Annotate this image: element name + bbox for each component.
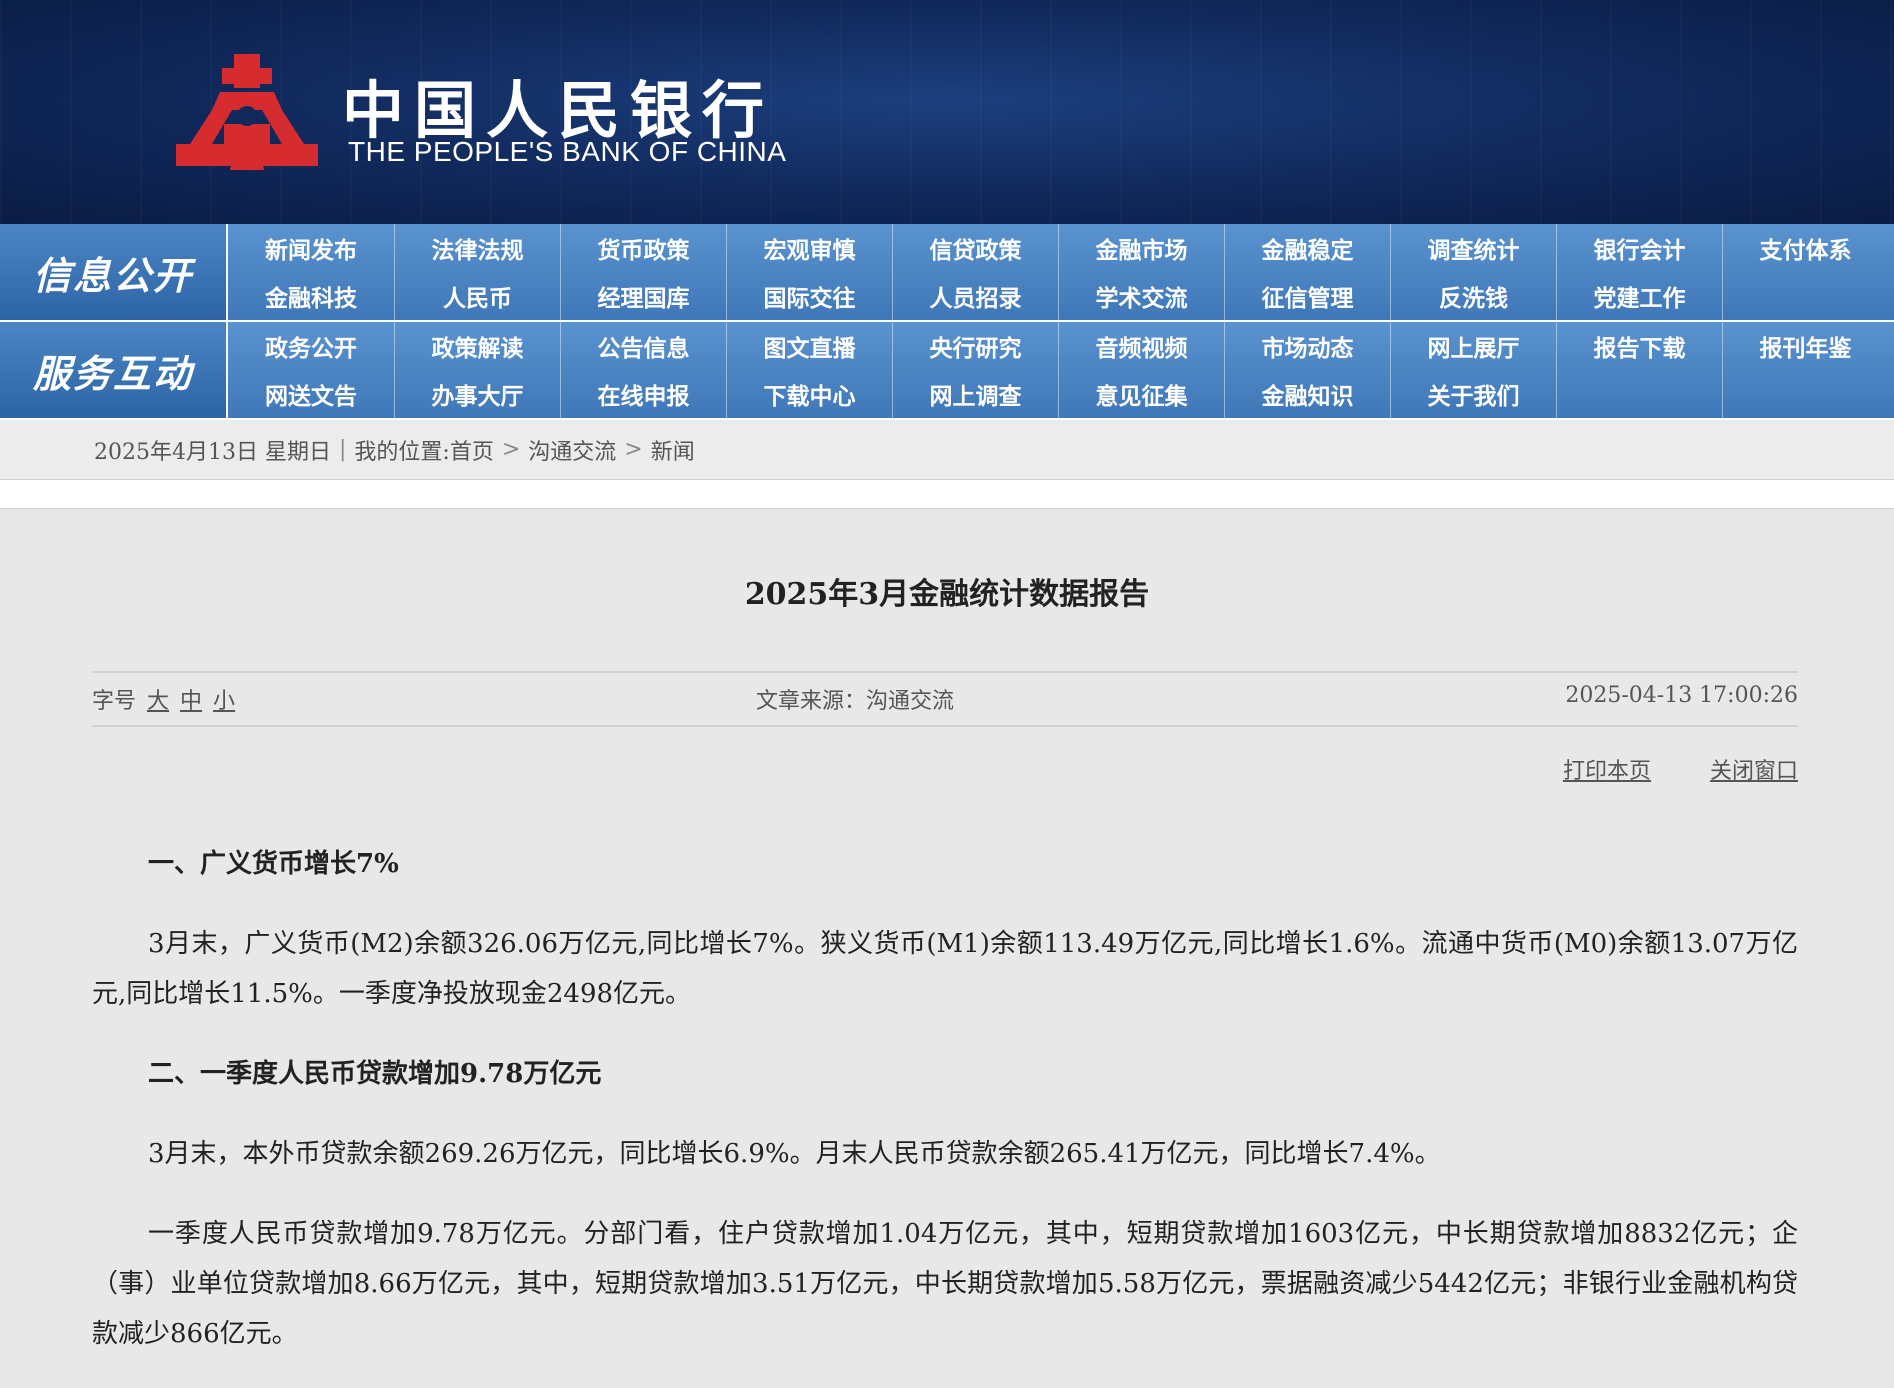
meta-divider-top bbox=[92, 671, 1798, 673]
print-link[interactable]: 打印本页 bbox=[1563, 759, 1651, 784]
nav-item[interactable]: 下载中心 bbox=[726, 370, 892, 418]
close-window-link[interactable]: 关闭窗口 bbox=[1710, 759, 1798, 784]
breadcrumb-prefix: 我的位置: bbox=[354, 439, 450, 465]
paragraph: 一季度人民币贷款增加9.78万亿元。分部门看，住户贷款增加1.04万亿元，其中，… bbox=[92, 1219, 1798, 1349]
nav-item[interactable]: 经理国库 bbox=[560, 272, 726, 320]
nav-item[interactable]: 国际交往 bbox=[726, 272, 892, 320]
breadcrumb-home-link[interactable]: 首页 bbox=[450, 434, 494, 466]
nav-item[interactable]: 公告信息 bbox=[560, 322, 726, 370]
nav-item[interactable]: 学术交流 bbox=[1058, 272, 1224, 320]
article-source: 文章来源：沟通交流 bbox=[756, 689, 955, 714]
nav-item[interactable]: 金融知识 bbox=[1224, 370, 1390, 418]
nav-item[interactable]: 办事大厅 bbox=[394, 370, 560, 418]
breadcrumb-current[interactable]: 新闻 bbox=[651, 434, 695, 466]
meta-divider-bottom bbox=[92, 725, 1798, 727]
nav-item[interactable]: 调查统计 bbox=[1390, 224, 1556, 272]
nav-item[interactable]: 政策解读 bbox=[394, 322, 560, 370]
nav-item-empty bbox=[1722, 272, 1888, 320]
nav-item[interactable]: 法律法规 bbox=[394, 224, 560, 272]
font-medium-link[interactable]: 中 bbox=[180, 689, 202, 714]
site-title-en: THE PEOPLE'S BANK OF CHINA bbox=[348, 136, 787, 167]
article-datetime: 2025-04-13 17:00:26 bbox=[1565, 683, 1798, 708]
font-large-link[interactable]: 大 bbox=[147, 689, 169, 714]
article-actions: 打印本页 关闭窗口 bbox=[1511, 753, 1798, 785]
nav-item-empty bbox=[1722, 370, 1888, 418]
nav-item[interactable]: 党建工作 bbox=[1556, 272, 1722, 320]
main-nav: 信息公开 新闻发布 法律法规 货币政策 宏观审慎 信贷政策 金融市场 金融稳定 … bbox=[0, 224, 1894, 420]
nav-item[interactable]: 政务公开 bbox=[228, 322, 394, 370]
font-small-link[interactable]: 小 bbox=[213, 689, 235, 714]
nav-item[interactable]: 银行会计 bbox=[1556, 224, 1722, 272]
nav-items: 政务公开 政策解读 公告信息 图文直播 央行研究 音频视频 市场动态 网上展厅 … bbox=[228, 322, 1894, 418]
nav-item[interactable]: 报刊年鉴 bbox=[1722, 322, 1888, 370]
nav-group-service: 服务互动 政务公开 政策解读 公告信息 图文直播 央行研究 音频视频 市场动态 … bbox=[0, 322, 1894, 418]
article-body: 一、广义货币增长7% 3月末，广义货币(M2)余额326.06万亿元,同比增长7… bbox=[92, 839, 1798, 1388]
article: 2025年3月金融统计数据报告 字号 大 中 小 文章来源：沟通交流 2025-… bbox=[0, 508, 1894, 1388]
nav-item[interactable]: 人民币 bbox=[394, 272, 560, 320]
nav-group-info: 信息公开 新闻发布 法律法规 货币政策 宏观审慎 信贷政策 金融市场 金融稳定 … bbox=[0, 224, 1894, 320]
breadcrumb-divider: | bbox=[338, 437, 347, 462]
font-size-control: 字号 大 中 小 bbox=[92, 683, 235, 715]
nav-item[interactable]: 市场动态 bbox=[1224, 322, 1390, 370]
nav-item[interactable]: 人员招录 bbox=[892, 272, 1058, 320]
article-title: 2025年3月金融统计数据报告 bbox=[744, 577, 1150, 612]
paragraph: 3月末，本外币贷款余额269.26万亿元，同比增长6.9%。月末人民币贷款余额2… bbox=[148, 1139, 1441, 1169]
nav-item[interactable]: 在线申报 bbox=[560, 370, 726, 418]
nav-item[interactable]: 支付体系 bbox=[1722, 224, 1888, 272]
breadcrumb-section-link[interactable]: 沟通交流 bbox=[528, 434, 616, 466]
nav-item[interactable]: 宏观审慎 bbox=[726, 224, 892, 272]
nav-group-label: 信息公开 bbox=[0, 224, 226, 320]
nav-item[interactable]: 金融市场 bbox=[1058, 224, 1224, 272]
nav-item[interactable]: 信贷政策 bbox=[892, 224, 1058, 272]
divider-gap bbox=[0, 480, 1894, 508]
nav-item-empty bbox=[1556, 370, 1722, 418]
nav-item[interactable]: 网送文告 bbox=[228, 370, 394, 418]
pboc-logo-icon bbox=[176, 54, 318, 170]
breadcrumb-arrow: > bbox=[624, 437, 643, 462]
nav-item[interactable]: 网上调查 bbox=[892, 370, 1058, 418]
section-heading: 二、一季度人民币贷款增加9.78万亿元 bbox=[148, 1059, 602, 1089]
nav-item[interactable]: 金融科技 bbox=[228, 272, 394, 320]
paragraph: 3月末，广义货币(M2)余额326.06万亿元,同比增长7%。狭义货币(M1)余… bbox=[92, 929, 1798, 1009]
site-banner: 中国人民银行 THE PEOPLE'S BANK OF CHINA bbox=[0, 0, 1894, 224]
article-meta: 字号 大 中 小 文章来源：沟通交流 2025-04-13 17:00:26 bbox=[92, 679, 1798, 715]
nav-item[interactable]: 反洗钱 bbox=[1390, 272, 1556, 320]
section-heading: 一、广义货币增长7% bbox=[148, 849, 399, 879]
nav-item[interactable]: 货币政策 bbox=[560, 224, 726, 272]
nav-item[interactable]: 金融稳定 bbox=[1224, 224, 1390, 272]
nav-item[interactable]: 音频视频 bbox=[1058, 322, 1224, 370]
nav-item[interactable]: 新闻发布 bbox=[228, 224, 394, 272]
nav-item[interactable]: 关于我们 bbox=[1390, 370, 1556, 418]
nav-item[interactable]: 央行研究 bbox=[892, 322, 1058, 370]
font-size-label: 字号 bbox=[92, 689, 137, 714]
nav-item[interactable]: 报告下载 bbox=[1556, 322, 1722, 370]
nav-item[interactable]: 图文直播 bbox=[726, 322, 892, 370]
breadcrumb-arrow: > bbox=[501, 437, 521, 462]
nav-item[interactable]: 网上展厅 bbox=[1390, 322, 1556, 370]
breadcrumb: 2025年4月13日 星期日 | 我的位置: 首页 > 沟通交流 > 新闻 bbox=[0, 420, 1894, 480]
current-date: 2025年4月13日 星期日 bbox=[94, 439, 331, 465]
nav-items: 新闻发布 法律法规 货币政策 宏观审慎 信贷政策 金融市场 金融稳定 调查统计 … bbox=[228, 224, 1894, 320]
nav-item[interactable]: 征信管理 bbox=[1224, 272, 1390, 320]
nav-group-label: 服务互动 bbox=[0, 322, 226, 418]
nav-item[interactable]: 意见征集 bbox=[1058, 370, 1224, 418]
